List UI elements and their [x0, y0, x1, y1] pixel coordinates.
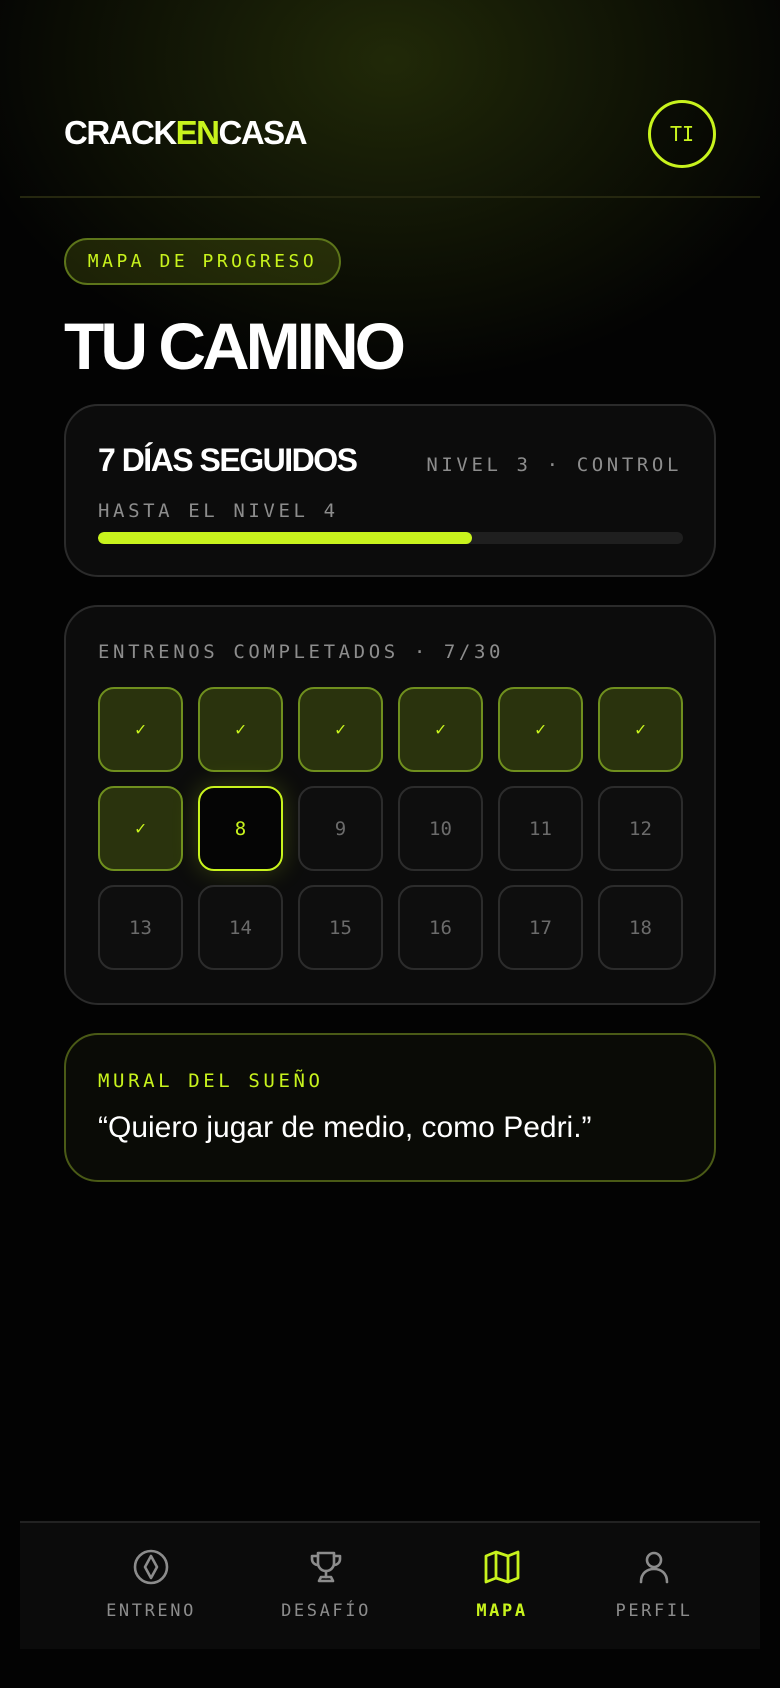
trophy-icon [306, 1547, 346, 1587]
training-day[interactable]: ✓ [198, 687, 283, 772]
training-day[interactable]: 18 [598, 885, 683, 970]
nav-label-desafio: DESAFÍO [281, 1601, 371, 1621]
training-day[interactable]: 15 [298, 885, 383, 970]
training-day[interactable]: 14 [198, 885, 283, 970]
training-day[interactable]: 13 [98, 885, 183, 970]
streak-card: 7 DÍAS SEGUIDOS NIVEL 3 · CONTROL HASTA … [64, 404, 716, 577]
section-badge: MAPA DE PROGRESO [64, 238, 341, 285]
level-progress-bar [98, 532, 683, 544]
trainings-card: ENTRENOS COMPLETADOS · 7/30 ✓ ✓ ✓ ✓ ✓ ✓ ✓ 8 9 10 1… [64, 605, 716, 1005]
app-logo[interactable]: CRACKENCASA [64, 114, 308, 152]
nav-item-mapa[interactable]: MAPA [427, 1547, 577, 1637]
training-day[interactable]: 9 [298, 786, 383, 871]
trainings-label: ENTRENOS COMPLETADOS · 7/30 [98, 641, 505, 663]
page-title: TU CAMINO [64, 309, 406, 383]
nav-label-entreno: ENTRENO [106, 1601, 196, 1621]
training-day[interactable]: 12 [598, 786, 683, 871]
training-day[interactable]: 11 [498, 786, 583, 871]
logo-text-en: EN [175, 114, 220, 151]
training-day[interactable]: ✓ [98, 786, 183, 871]
nav-item-entreno[interactable]: ENTRENO [76, 1547, 226, 1637]
streak-title: 7 DÍAS SEGUIDOS [98, 442, 358, 478]
next-level-label: HASTA EL NIVEL 4 [98, 500, 339, 522]
nav-item-perfil[interactable]: PERFIL [579, 1547, 729, 1637]
level-progress-fill [98, 532, 473, 544]
training-day-grid: ✓ ✓ ✓ ✓ ✓ ✓ ✓ 8 9 10 11 12 13 14 15 16 17 18 [98, 687, 685, 970]
compass-icon [131, 1547, 171, 1587]
dream-label: MURAL DEL SUEÑO [98, 1070, 324, 1092]
training-day[interactable]: ✓ [598, 687, 683, 772]
user-icon [634, 1547, 674, 1587]
nav-label-mapa: MAPA [476, 1601, 528, 1621]
level-label: NIVEL 3 · CONTROL [426, 454, 682, 476]
map-icon [482, 1547, 522, 1587]
training-day[interactable]: ✓ [398, 687, 483, 772]
training-day[interactable]: ✓ [298, 687, 383, 772]
training-day-current[interactable]: 8 [198, 786, 283, 871]
training-day[interactable]: 16 [398, 885, 483, 970]
dream-quote: “Quiero jugar de medio, como Pedri.” [98, 1111, 592, 1144]
logo-text-crack: CRACK [64, 114, 177, 151]
logo-text-casa: CASA [218, 114, 308, 151]
training-day[interactable]: ✓ [498, 687, 583, 772]
nav-item-desafio[interactable]: DESAFÍO [251, 1547, 401, 1637]
dream-mural-card[interactable]: MURAL DEL SUEÑO “Quiero jugar de medio, … [64, 1033, 716, 1182]
training-day[interactable]: 10 [398, 786, 483, 871]
training-day[interactable]: ✓ [98, 687, 183, 772]
bottom-nav: ENTRENO DESAFÍO MAPA PERFIL [20, 1521, 760, 1649]
avatar[interactable]: TI [648, 100, 716, 168]
app-header: CRACKENCASA TI [20, 0, 760, 198]
training-day[interactable]: 17 [498, 885, 583, 970]
nav-label-perfil: PERFIL [615, 1601, 693, 1621]
